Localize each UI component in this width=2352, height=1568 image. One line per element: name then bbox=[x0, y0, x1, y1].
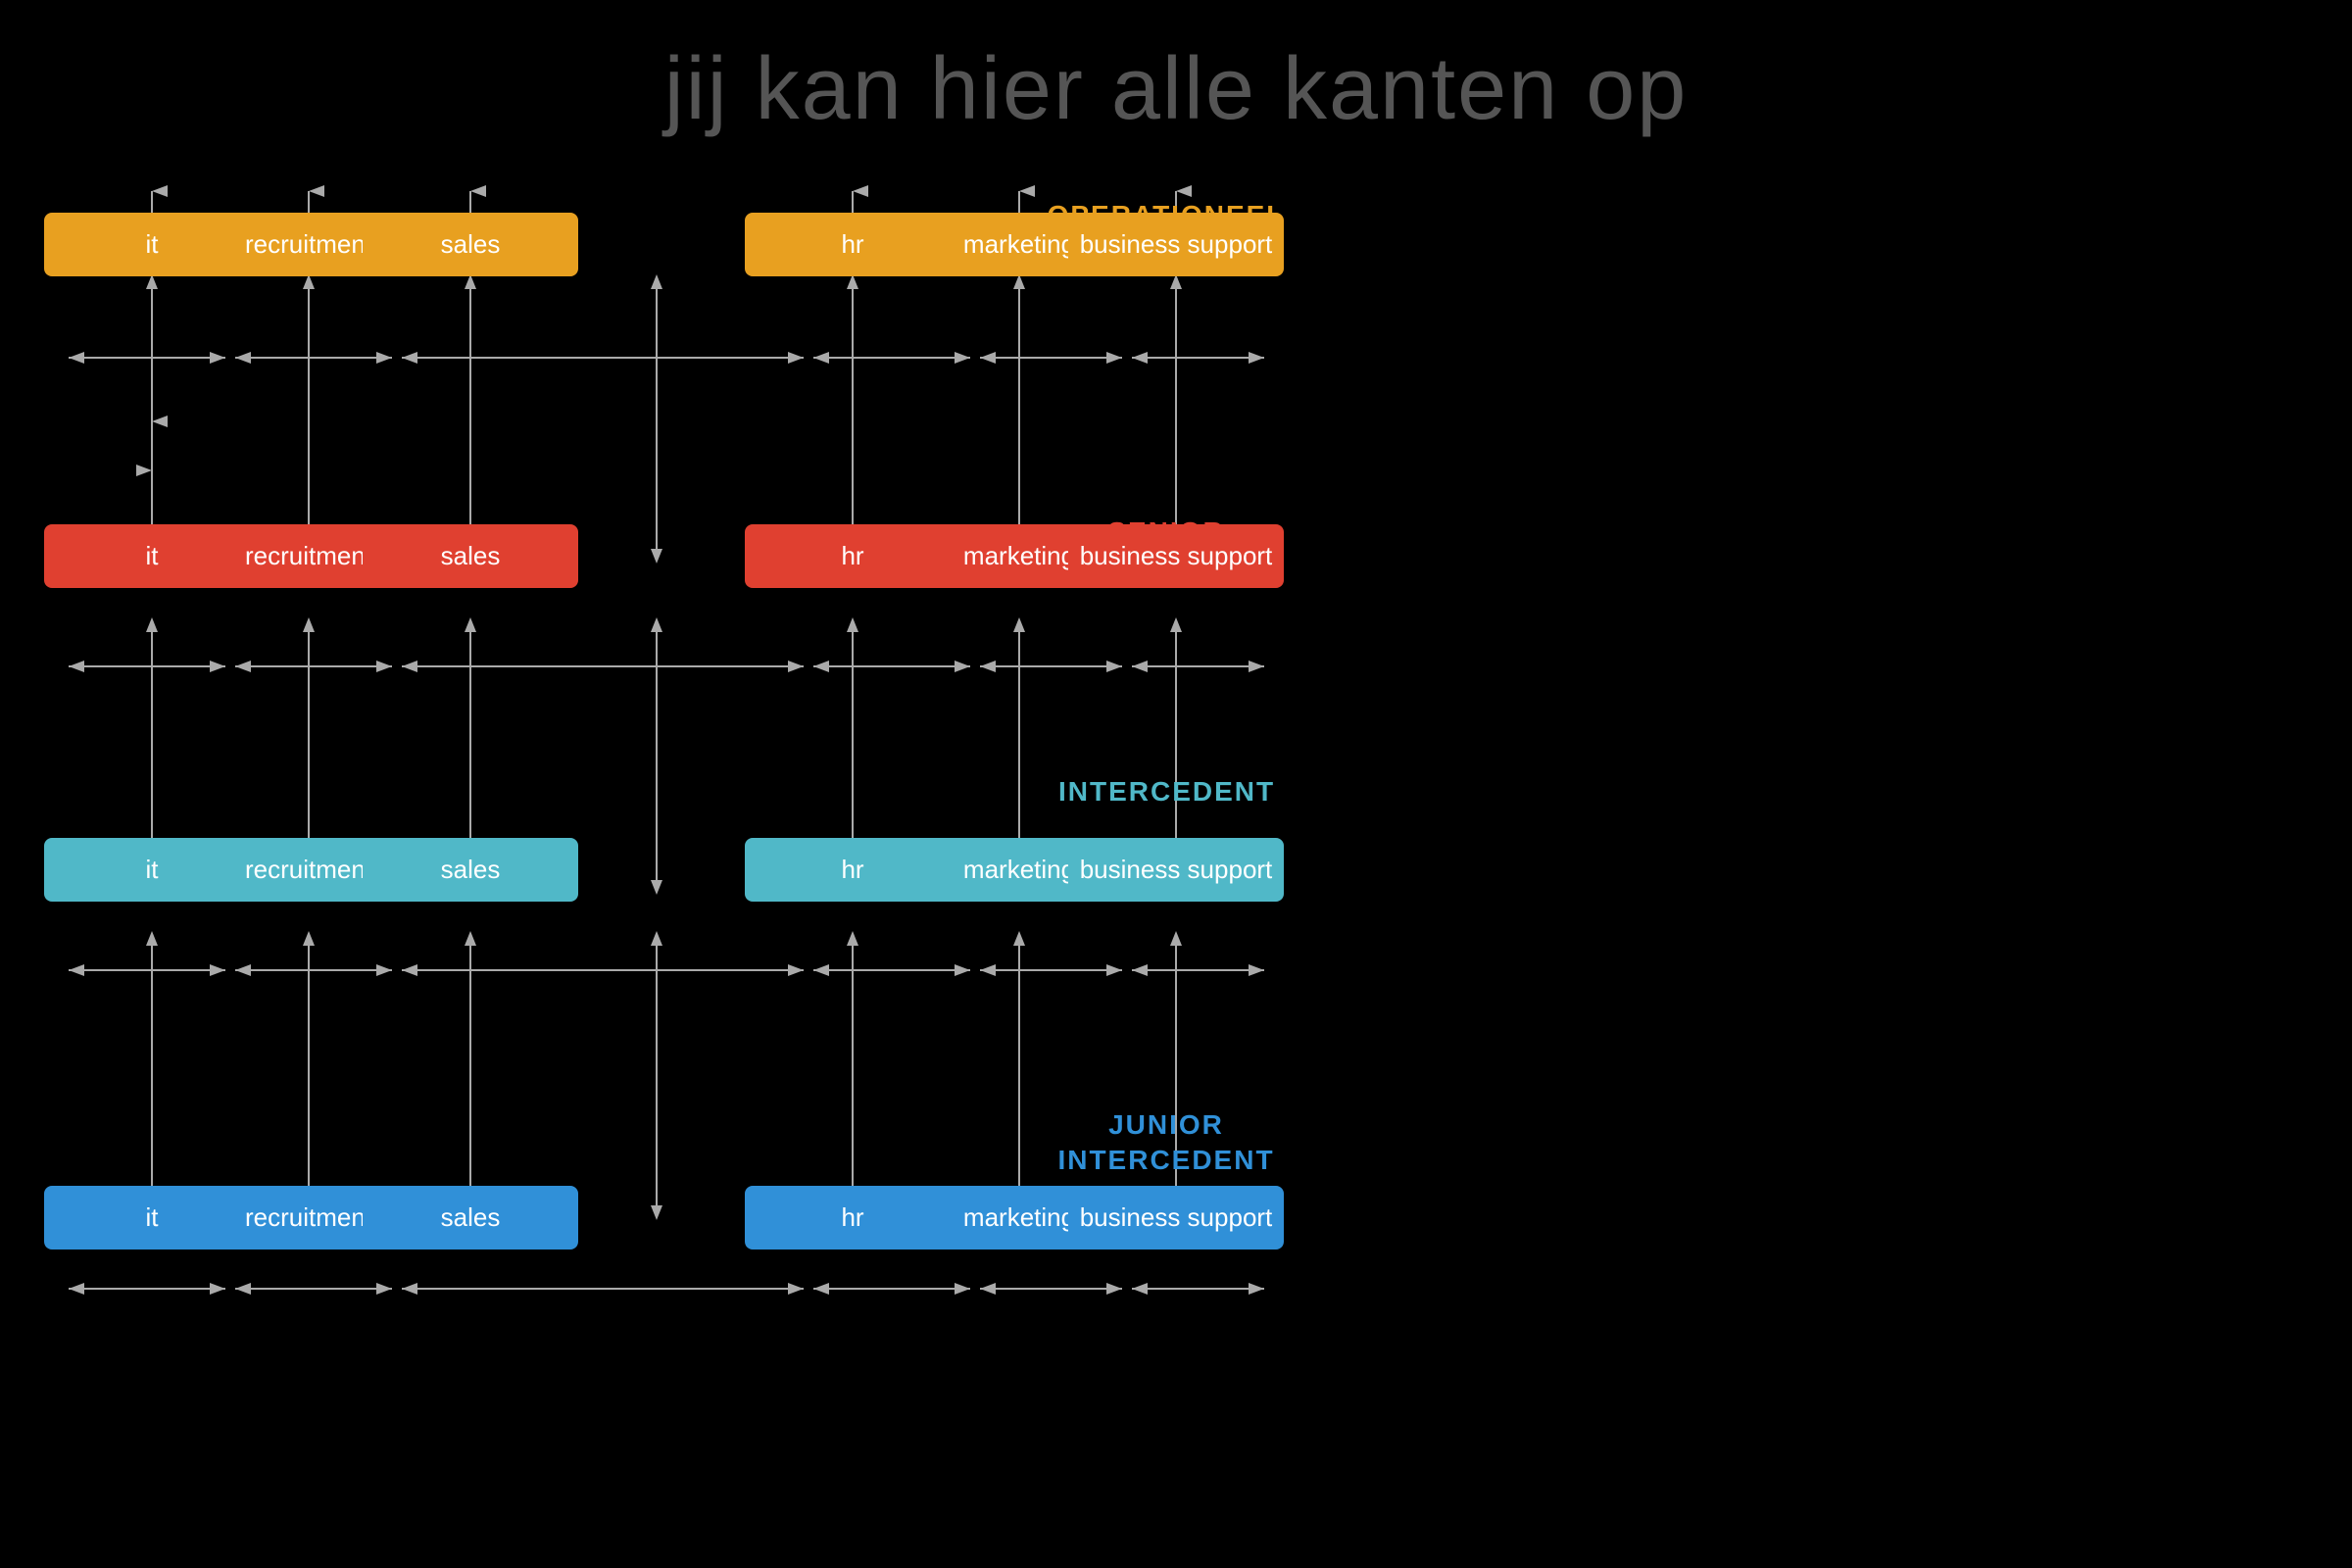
page-container: jij kan hier alle kanten op bbox=[0, 0, 2352, 1568]
box-senior-business-support: business support bbox=[1068, 524, 1284, 588]
main-title: jij kan hier alle kanten op bbox=[0, 0, 2352, 140]
box-operational-business-support: business support bbox=[1068, 213, 1284, 276]
box-operational-sales: sales bbox=[363, 213, 578, 276]
box-senior-sales: sales bbox=[363, 524, 578, 588]
box-junior-sales: sales bbox=[363, 1186, 578, 1250]
role-intercedent: INTERCEDENT bbox=[1058, 774, 1274, 809]
role-junior: JUNIORINTERCEDENT bbox=[1029, 1107, 1303, 1179]
diagram-area: OPERATIONEEL MANAGER SENIORINTERCEDENT I… bbox=[0, 167, 2352, 1568]
box-intercedent-business-support: business support bbox=[1068, 838, 1284, 902]
box-intercedent-sales: sales bbox=[363, 838, 578, 902]
box-junior-business-support: business support bbox=[1068, 1186, 1284, 1250]
